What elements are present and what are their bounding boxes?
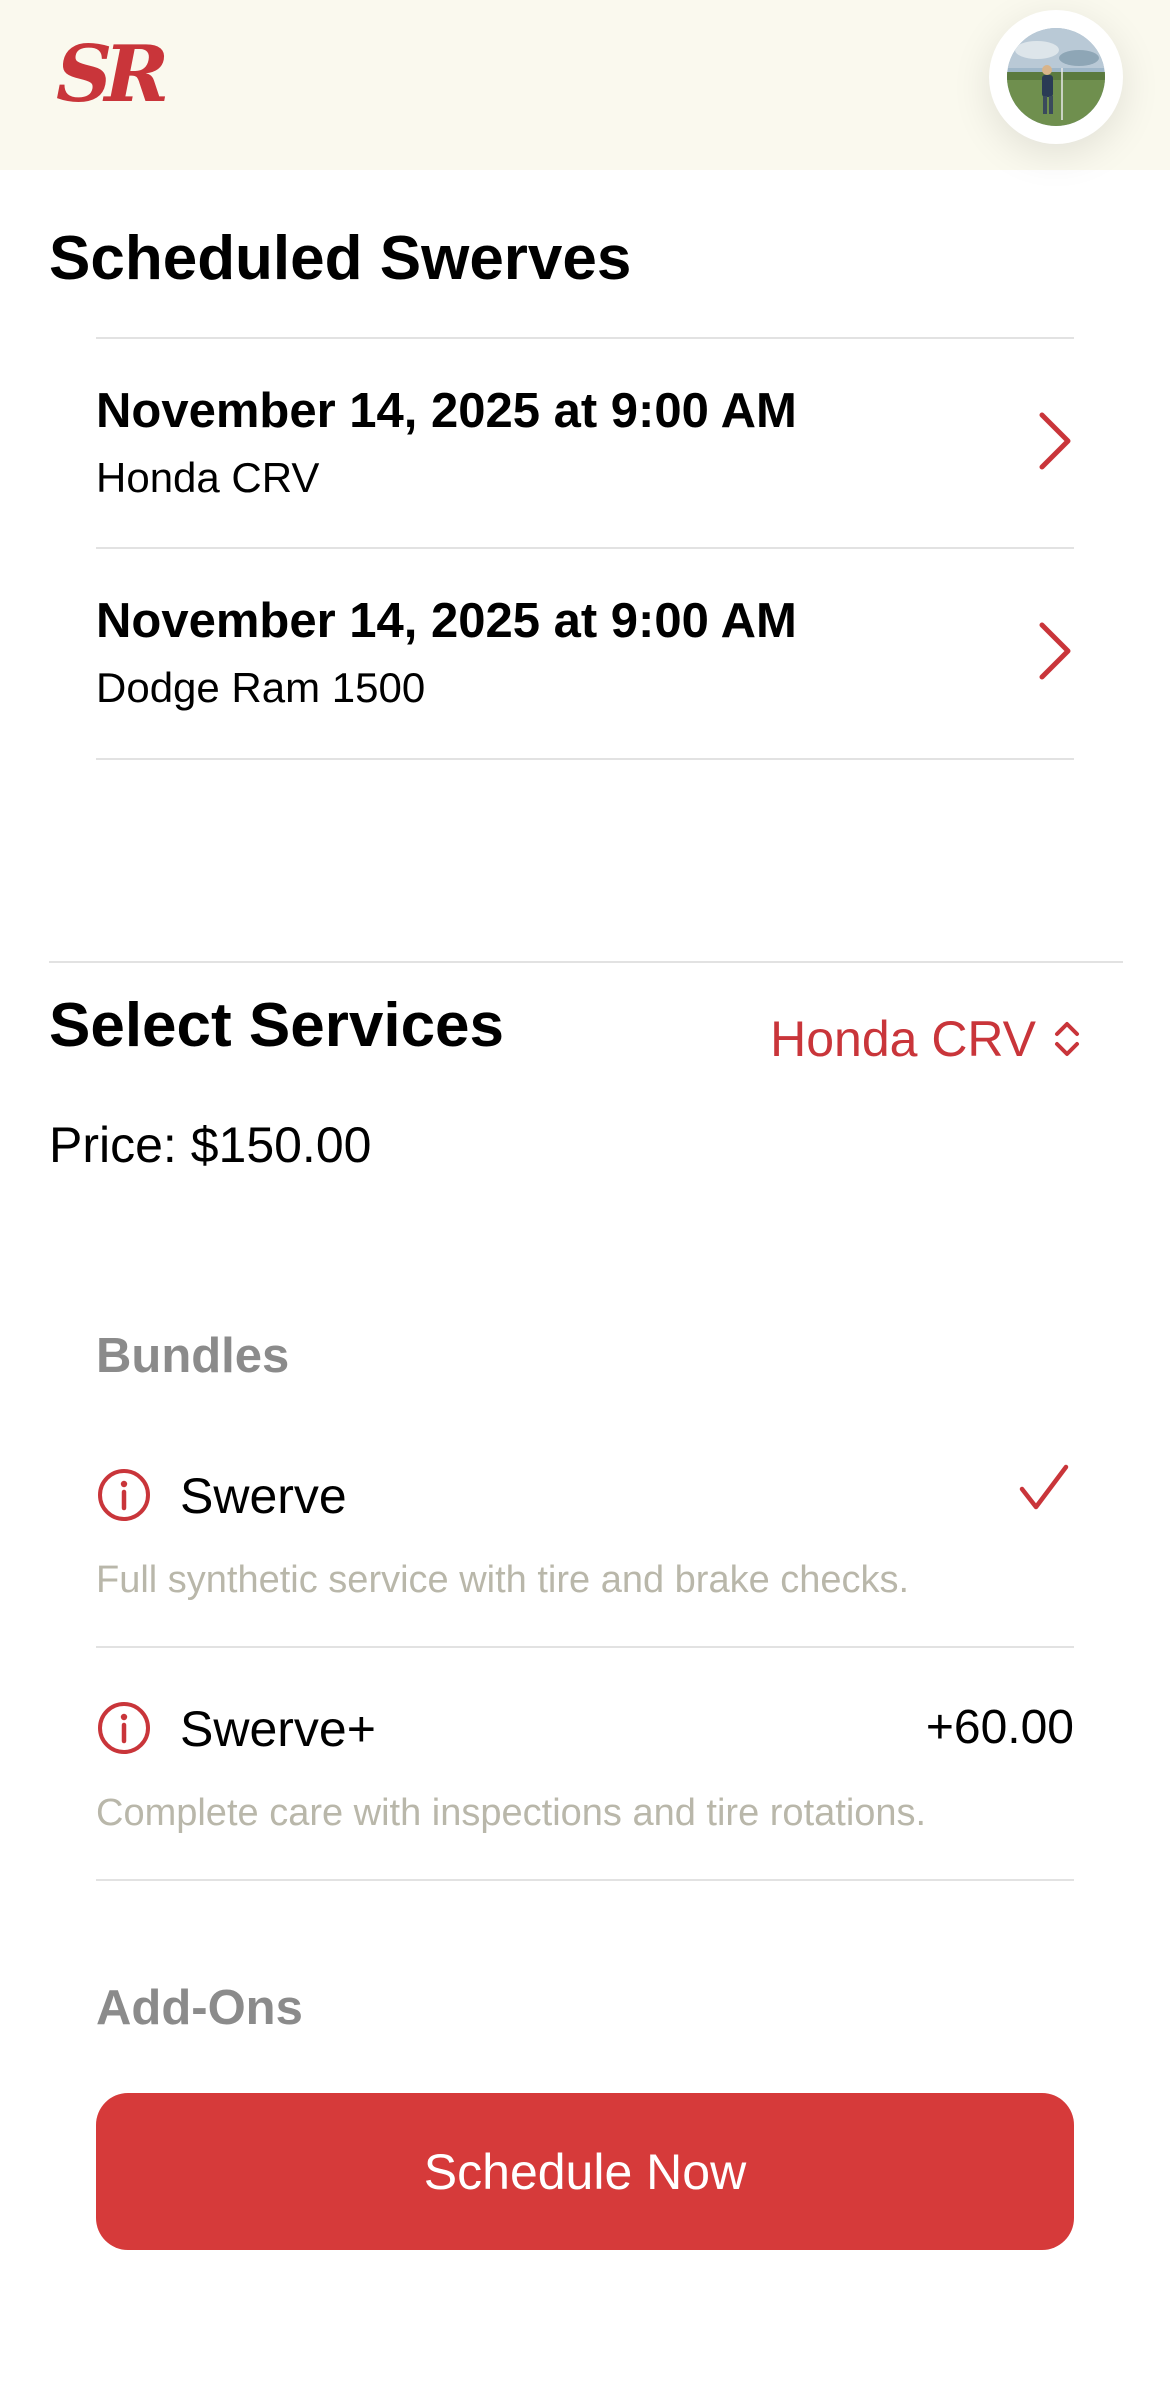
bundle-name: Swerve+: [180, 1701, 376, 1757]
bundle-option-swerve-plus[interactable]: Swerve+ +60.00 Complete care with inspec…: [96, 1688, 1074, 1878]
scheduled-item-date: November 14, 2025 at 9:00 AM: [96, 594, 797, 648]
schedule-now-button[interactable]: Schedule Now: [96, 2093, 1074, 2250]
bundle-description: Complete care with inspections and tire …: [96, 1792, 927, 1834]
checkmark-icon: [1019, 1464, 1069, 1510]
vehicle-picker[interactable]: Honda CRV: [770, 1014, 1082, 1064]
info-circle-icon[interactable]: [96, 1467, 152, 1523]
bundle-description: Full synthetic service with tire and bra…: [96, 1559, 910, 1601]
info-circle-icon[interactable]: [96, 1700, 152, 1756]
services-section-title: Select Services: [49, 991, 505, 1060]
section-divider: [49, 961, 1123, 963]
bundle-name: Swerve: [180, 1468, 347, 1524]
scheduled-item[interactable]: November 14, 2025 at 9:00 AM Dodge Ram 1…: [96, 549, 1074, 757]
scheduled-item-date: November 14, 2025 at 9:00 AM: [96, 384, 797, 438]
chevron-up-down-icon: [1055, 1022, 1079, 1056]
chevron-right-icon: [1039, 622, 1071, 680]
app-logo: SR: [56, 29, 169, 120]
bundles-label: Bundles: [96, 1329, 290, 1383]
price-total: Price: $150.00: [49, 1117, 372, 1173]
divider: [96, 1879, 1074, 1881]
bundle-price-delta: +60.00: [925, 1701, 1074, 1754]
scheduled-item-vehicle: Honda CRV: [96, 454, 320, 501]
divider: [96, 758, 1074, 760]
profile-avatar-button[interactable]: [989, 10, 1123, 144]
divider: [96, 1646, 1074, 1648]
bundle-option-swerve[interactable]: Swerve Full synthetic service with tire …: [96, 1455, 1074, 1645]
vehicle-picker-label: Honda CRV: [770, 1011, 1036, 1067]
addons-label: Add-Ons: [96, 1981, 303, 2035]
scheduled-item-vehicle: Dodge Ram 1500: [96, 664, 426, 711]
chevron-right-icon: [1039, 412, 1071, 470]
scheduled-section-title: Scheduled Swerves: [49, 224, 632, 293]
top-bar: SR: [0, 0, 1170, 170]
avatar: [1007, 28, 1105, 126]
scheduled-item[interactable]: November 14, 2025 at 9:00 AM Honda CRV: [96, 339, 1074, 547]
